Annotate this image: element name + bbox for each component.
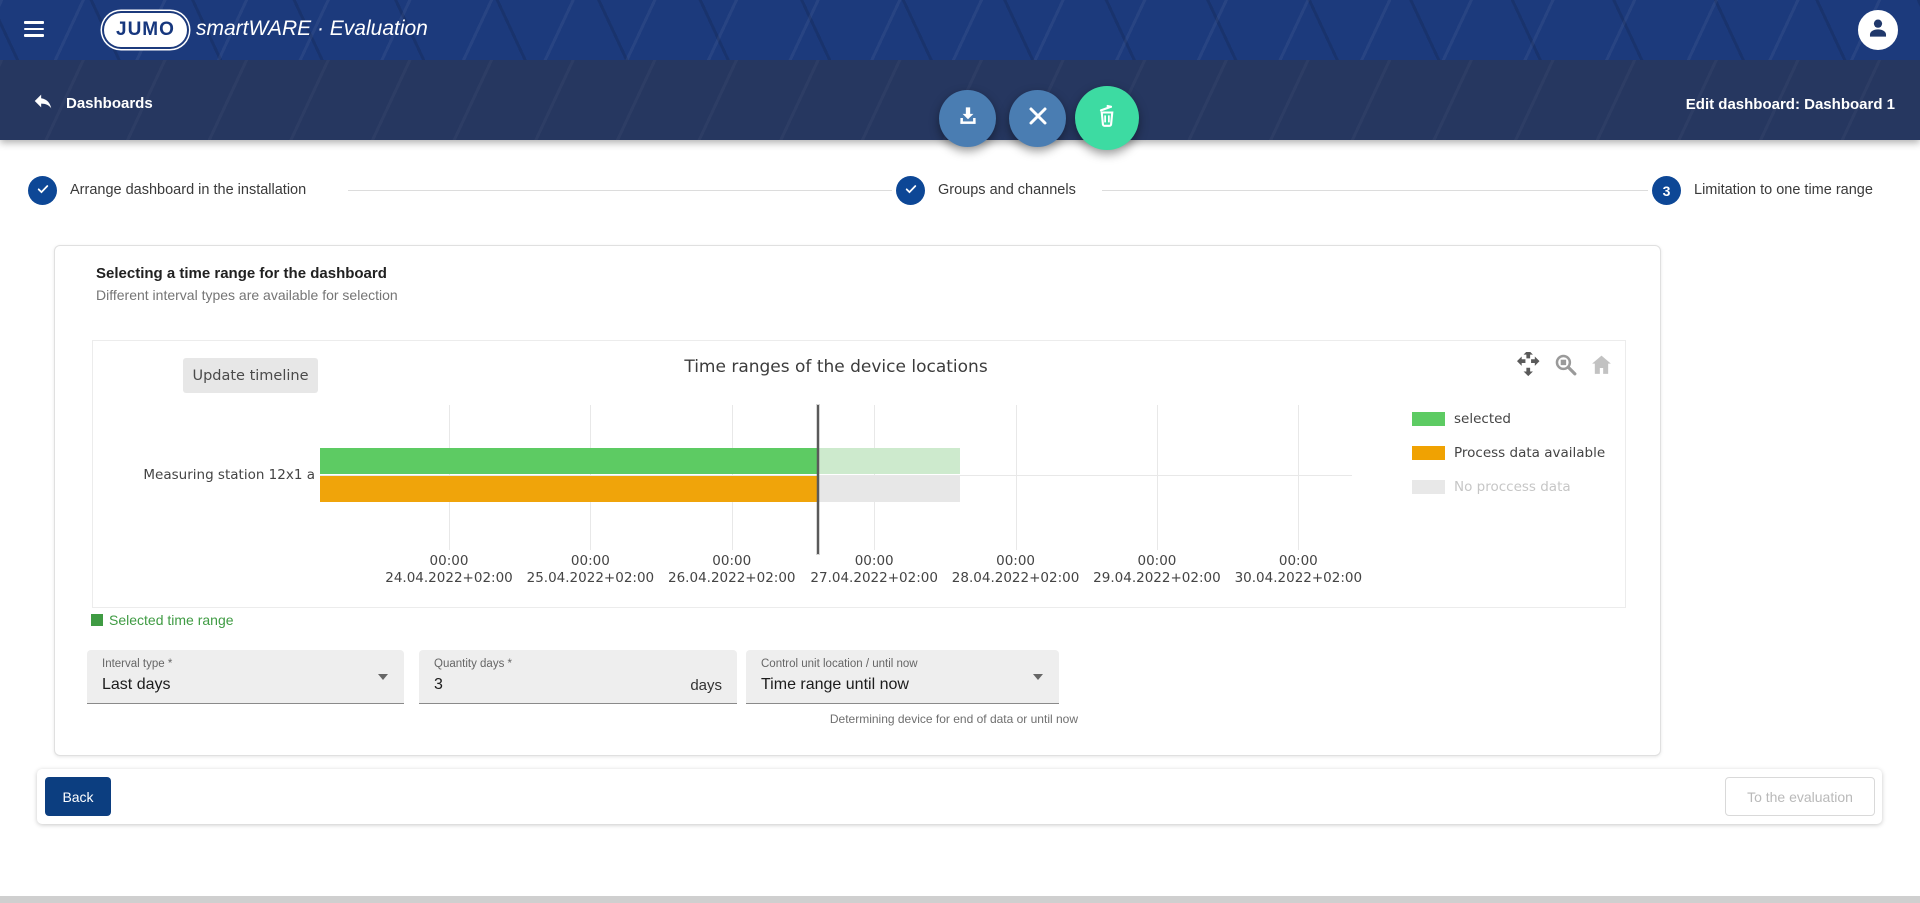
field-value: Last days — [102, 676, 170, 694]
step-1-label[interactable]: Arrange dashboard in the installation — [70, 176, 306, 205]
step-3-number: 3 — [1663, 183, 1671, 199]
quantity-days-input[interactable]: Quantity days * 3 days — [419, 650, 737, 704]
x-tick-label: 00:0030.04.2022+02:00 — [1235, 553, 1363, 587]
check-icon — [35, 181, 51, 200]
green-square-icon — [91, 614, 103, 626]
save-download-button[interactable] — [939, 90, 996, 147]
legend-label: Process data available — [1454, 445, 1605, 461]
field-label: Interval type * — [102, 658, 172, 670]
selected-time-range-label: Selected time range — [91, 612, 234, 628]
gridline — [1157, 405, 1158, 550]
field-label: Quantity days * — [434, 658, 512, 670]
legend-item[interactable]: Process data available — [1412, 445, 1605, 461]
back-label: Dashboards — [66, 95, 153, 112]
chart-legend: selected Process data available No procc… — [1412, 411, 1605, 513]
step-1-circle[interactable] — [28, 176, 57, 205]
field-helper-text: Determining device for end of data or un… — [746, 712, 1078, 726]
x-axis-ticks: 00:0024.04.2022+02:00 00:0025.04.2022+02:… — [320, 553, 1352, 593]
step-connector — [1102, 190, 1648, 191]
step-2-label[interactable]: Groups and channels — [938, 176, 1076, 205]
field-suffix: days — [690, 677, 722, 694]
legend-item[interactable]: No proccess data — [1412, 479, 1605, 495]
back-button[interactable]: Back — [45, 777, 111, 816]
legend-item[interactable]: selected — [1412, 411, 1605, 427]
step-2-circle[interactable] — [896, 176, 925, 205]
close-icon — [1026, 104, 1050, 133]
legend-label: selected — [1454, 411, 1511, 427]
step-3-label[interactable]: Limitation to one time range — [1694, 176, 1873, 205]
x-tick-label: 00:0028.04.2022+02:00 — [952, 553, 1080, 587]
gridline — [1016, 405, 1017, 550]
step-3-circle[interactable]: 3 — [1652, 176, 1681, 205]
menu-icon[interactable] — [24, 21, 46, 39]
delete-dashboard-button[interactable] — [1075, 86, 1139, 150]
bottom-scrollbar-strip — [0, 896, 1920, 903]
footer-action-bar: Back To the evaluation — [37, 769, 1882, 824]
cancel-button[interactable] — [1009, 90, 1066, 147]
download-icon — [955, 103, 981, 134]
top-header: JUMO smartWARE · Evaluation — [0, 0, 1920, 60]
field-value: 3 — [434, 676, 443, 694]
update-timeline-button[interactable]: Update timeline — [183, 358, 318, 393]
field-value: Time range until now — [761, 676, 909, 694]
legend-swatch — [1412, 412, 1445, 426]
gridline — [1298, 405, 1299, 550]
x-tick-label: 00:0024.04.2022+02:00 — [385, 553, 513, 587]
timeline-plot — [320, 405, 1352, 550]
control-unit-select[interactable]: Control unit location / until now Time r… — [746, 650, 1059, 704]
chart-title: Time ranges of the device locations — [320, 357, 1352, 377]
timeline-bar-selected — [320, 448, 817, 474]
chevron-down-icon — [1033, 674, 1043, 680]
legend-swatch — [1412, 480, 1445, 494]
timeline-bar-selected — [817, 448, 959, 474]
check-icon — [903, 181, 919, 200]
pan-icon[interactable] — [1516, 351, 1543, 378]
jumo-logo: JUMO — [104, 13, 187, 47]
to-evaluation-button[interactable]: To the evaluation — [1725, 777, 1875, 816]
interval-type-select[interactable]: Interval type * Last days — [87, 650, 404, 704]
chart-modebar — [1516, 351, 1615, 378]
x-tick-label: 00:0026.04.2022+02:00 — [668, 553, 796, 587]
card-title: Selecting a time range for the dashboard — [96, 265, 387, 282]
timeline-bar-process-data — [320, 476, 817, 502]
app-window: JUMO smartWARE · Evaluation Dashboards E… — [0, 0, 1920, 903]
x-tick-label: 00:0029.04.2022+02:00 — [1093, 553, 1221, 587]
back-arrow-icon — [32, 90, 54, 116]
edit-dashboard-title: Edit dashboard: Dashboard 1 — [1686, 96, 1895, 113]
x-tick-label: 00:0027.04.2022+02:00 — [810, 553, 938, 587]
back-to-dashboards[interactable]: Dashboards — [32, 90, 153, 116]
current-time-marker — [817, 405, 819, 554]
step-connector — [348, 190, 892, 191]
trash-icon — [1093, 102, 1121, 135]
field-label: Control unit location / until now — [761, 658, 918, 670]
timeline-bar-process-data — [817, 476, 959, 502]
home-icon[interactable] — [1588, 351, 1615, 378]
wizard-stepper: Arrange dashboard in the installation Gr… — [0, 176, 1920, 206]
app-title: smartWARE · Evaluation — [196, 17, 428, 41]
time-range-card: Selecting a time range for the dashboard… — [54, 245, 1661, 756]
legend-label: No proccess data — [1454, 479, 1571, 495]
timeline-chart: Update timeline Time ranges of the devic… — [92, 340, 1626, 608]
card-subtitle: Different interval types are available f… — [96, 287, 398, 303]
legend-swatch — [1412, 446, 1445, 460]
user-avatar[interactable] — [1858, 10, 1898, 50]
device-row-label: Measuring station 12x1 a — [93, 467, 315, 483]
x-tick-label: 00:0025.04.2022+02:00 — [527, 553, 655, 587]
person-icon — [1865, 15, 1891, 46]
box-zoom-icon[interactable] — [1552, 351, 1579, 378]
chevron-down-icon — [378, 674, 388, 680]
